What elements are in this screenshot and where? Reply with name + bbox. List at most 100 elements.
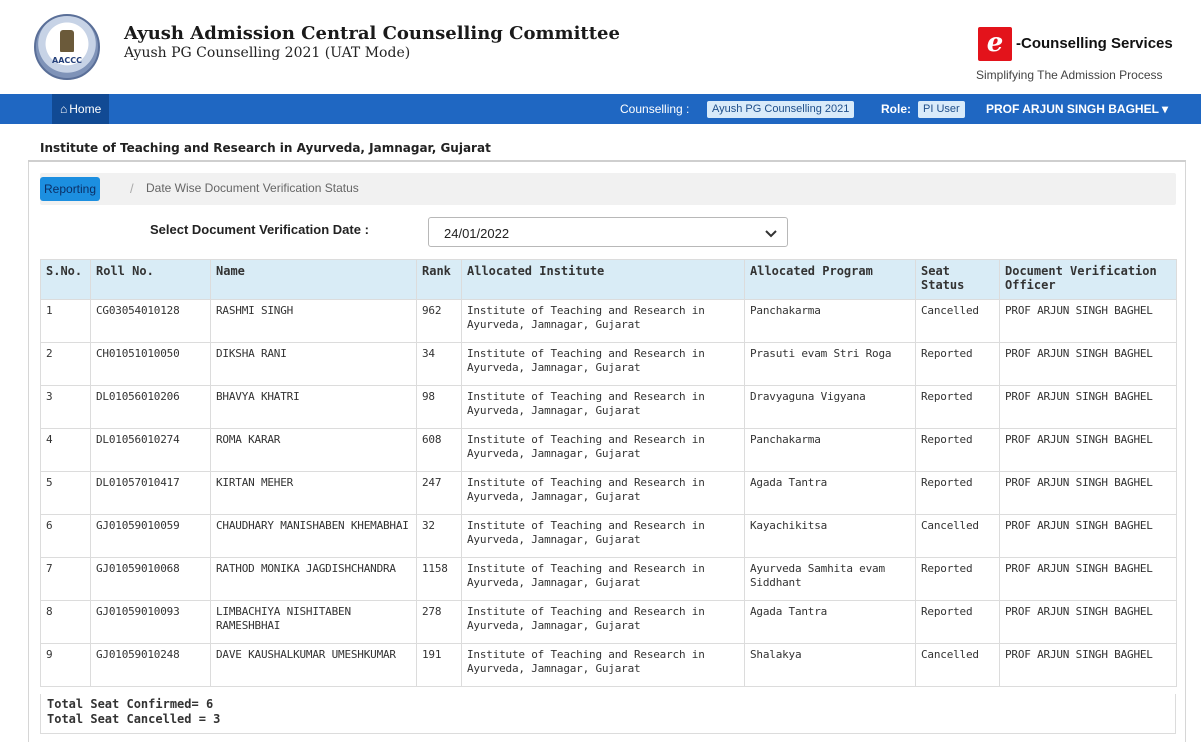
table-cell: Cancelled (915, 299, 1000, 343)
table-cell: PROF ARJUN SINGH BAGHEL (999, 514, 1177, 558)
table-cell: ROMA KARAR (210, 428, 417, 472)
table-cell: 6 (40, 514, 91, 558)
home-icon: ⌂ (60, 102, 68, 116)
column-header: Name (210, 259, 417, 300)
table-cell: GJ01059010093 (90, 600, 211, 644)
table-cell: DL01057010417 (90, 471, 211, 515)
counselling-label: Counselling : (620, 102, 690, 116)
table-cell: PROF ARJUN SINGH BAGHEL (999, 471, 1177, 515)
page-header: AACCC Ayush Admission Central Counsellin… (0, 0, 1201, 94)
table-cell: 2 (40, 342, 91, 386)
column-header: Allocated Program (744, 259, 916, 300)
table-cell: BHAVYA KHATRI (210, 385, 417, 429)
table-cell: 7 (40, 557, 91, 601)
e-counselling-logo-icon: e (978, 27, 1012, 61)
table-cell: PROF ARJUN SINGH BAGHEL (999, 557, 1177, 601)
table-cell: 4 (40, 428, 91, 472)
column-header: Allocated Institute (461, 259, 745, 300)
user-menu-dropdown[interactable]: PROF ARJUN SINGH BAGHEL ▾ (986, 94, 1168, 124)
table-row: 1 CG03054010128 RASHMI SINGH 962 Institute o… (40, 299, 1177, 343)
table-cell: Institute of Teaching and Research in Ay… (461, 643, 745, 687)
table-cell: Reported (915, 342, 1000, 386)
home-nav-link[interactable]: ⌂ Home (52, 94, 110, 124)
table-cell: CH01051010050 (90, 342, 211, 386)
table-cell: Agada Tantra (744, 600, 916, 644)
breadcrumb-separator: / (130, 181, 134, 196)
logo-text: AACCC (52, 56, 82, 65)
table-cell: 608 (416, 428, 462, 472)
table-row: 9 GJ01059010248 DAVE KAUSHALKUMAR UMESHKUM… (40, 643, 1177, 687)
table-cell: 9 (40, 643, 91, 687)
total-cancelled: Total Seat Cancelled = 3 (47, 712, 221, 726)
table-cell: Ayurveda Samhita evam Siddhant (744, 557, 916, 601)
table-cell: DL01056010274 (90, 428, 211, 472)
table-row: 7 GJ01059010068 RATHOD MONIKA JAGDISHCHAND… (40, 557, 1177, 601)
breadcrumb-reporting-link[interactable]: Reporting (40, 177, 101, 201)
table-cell: Institute of Teaching and Research in Ay… (461, 385, 745, 429)
table-cell: Institute of Teaching and Research in Ay… (461, 299, 745, 343)
table-cell: Dravyaguna Vigyana (744, 385, 916, 429)
verification-table: S.No. Roll No. Name Rank Allocated Institute… (40, 259, 1177, 687)
table-cell: Cancelled (915, 514, 1000, 558)
table-cell: Kayachikitsa (744, 514, 916, 558)
table-cell: 98 (416, 385, 462, 429)
table-cell: PROF ARJUN SINGH BAGHEL (999, 385, 1177, 429)
table-cell: LIMBACHIYA NISHITABEN RAMESHBHAI (210, 600, 417, 644)
table-cell: 247 (416, 471, 462, 515)
institute-title: Institute of Teaching and Research in Ay… (40, 141, 491, 155)
table-cell: Panchakarma (744, 428, 916, 472)
table-cell: GJ01059010248 (90, 643, 211, 687)
table-cell: Agada Tantra (744, 471, 916, 515)
home-label: Home (69, 102, 102, 116)
aaccc-logo: AACCC (34, 14, 100, 80)
table-cell: DIKSHA RANI (210, 342, 417, 386)
role-label: Role: (881, 102, 911, 116)
table-cell: CHAUDHARY MANISHABEN KHEMABHAI (210, 514, 417, 558)
date-select-label: Select Document Verification Date : (150, 222, 369, 237)
table-cell: PROF ARJUN SINGH BAGHEL (999, 600, 1177, 644)
table-cell: Institute of Teaching and Research in Ay… (461, 342, 745, 386)
table-cell: PROF ARJUN SINGH BAGHEL (999, 342, 1177, 386)
table-row: 2 CH01051010050 DIKSHA RANI 34 Institute of … (40, 342, 1177, 386)
date-select-value: 24/01/2022 (444, 226, 510, 241)
table-cell: Reported (915, 385, 1000, 429)
column-header: Document Verification Officer (999, 259, 1177, 300)
chevron-down-icon (765, 223, 777, 246)
table-cell: 34 (416, 342, 462, 386)
table-cell: DL01056010206 (90, 385, 211, 429)
table-cell: PROF ARJUN SINGH BAGHEL (999, 299, 1177, 343)
table-cell: Cancelled (915, 643, 1000, 687)
table-cell: PROF ARJUN SINGH BAGHEL (999, 428, 1177, 472)
breadcrumb-current: Date Wise Document Verification Status (146, 181, 359, 195)
role-badge: PI User (918, 101, 965, 118)
table-cell: Institute of Teaching and Research in Ay… (461, 514, 745, 558)
table-cell: Reported (915, 600, 1000, 644)
date-select[interactable]: 24/01/2022 (428, 217, 788, 247)
site-subtitle: Ayush PG Counselling 2021 (UAT Mode) (124, 45, 411, 61)
table-cell: 3 (40, 385, 91, 429)
table-cell: Institute of Teaching and Research in Ay… (461, 428, 745, 472)
totals-box: Total Seat Confirmed= 6 Total Seat Cance… (40, 694, 1176, 734)
table-cell: Reported (915, 471, 1000, 515)
table-cell: 1158 (416, 557, 462, 601)
column-header: Rank (416, 259, 462, 300)
table-cell: 32 (416, 514, 462, 558)
total-confirmed: Total Seat Confirmed= 6 (47, 697, 214, 711)
table-cell: 962 (416, 299, 462, 343)
column-header: S.No. (40, 259, 91, 300)
table-header-row: S.No. Roll No. Name Rank Allocated Institute… (40, 259, 1177, 300)
table-cell: 1 (40, 299, 91, 343)
table-row: 6 GJ01059010059 CHAUDHARY MANISHABEN KHEMA… (40, 514, 1177, 558)
table-cell: GJ01059010068 (90, 557, 211, 601)
top-navbar: ⌂ Home Counselling : Ayush PG Counselling… (0, 94, 1201, 124)
breadcrumb: Reporting / Date Wise Document Verificat… (40, 173, 1176, 205)
site-title: Ayush Admission Central Counselling Comm… (124, 23, 620, 44)
counselling-badge: Ayush PG Counselling 2021 (707, 101, 855, 118)
brand-title: -Counselling Services (1016, 35, 1173, 52)
table-cell: RASHMI SINGH (210, 299, 417, 343)
table-cell: 191 (416, 643, 462, 687)
table-row: 8 GJ01059010093 LIMBACHIYA NISHITABEN RAME… (40, 600, 1177, 644)
table-row: 4 DL01056010274 ROMA KARAR 608 Institute of … (40, 428, 1177, 472)
emblem-icon (60, 30, 74, 52)
brand-tagline: Simplifying The Admission Process (976, 68, 1163, 82)
